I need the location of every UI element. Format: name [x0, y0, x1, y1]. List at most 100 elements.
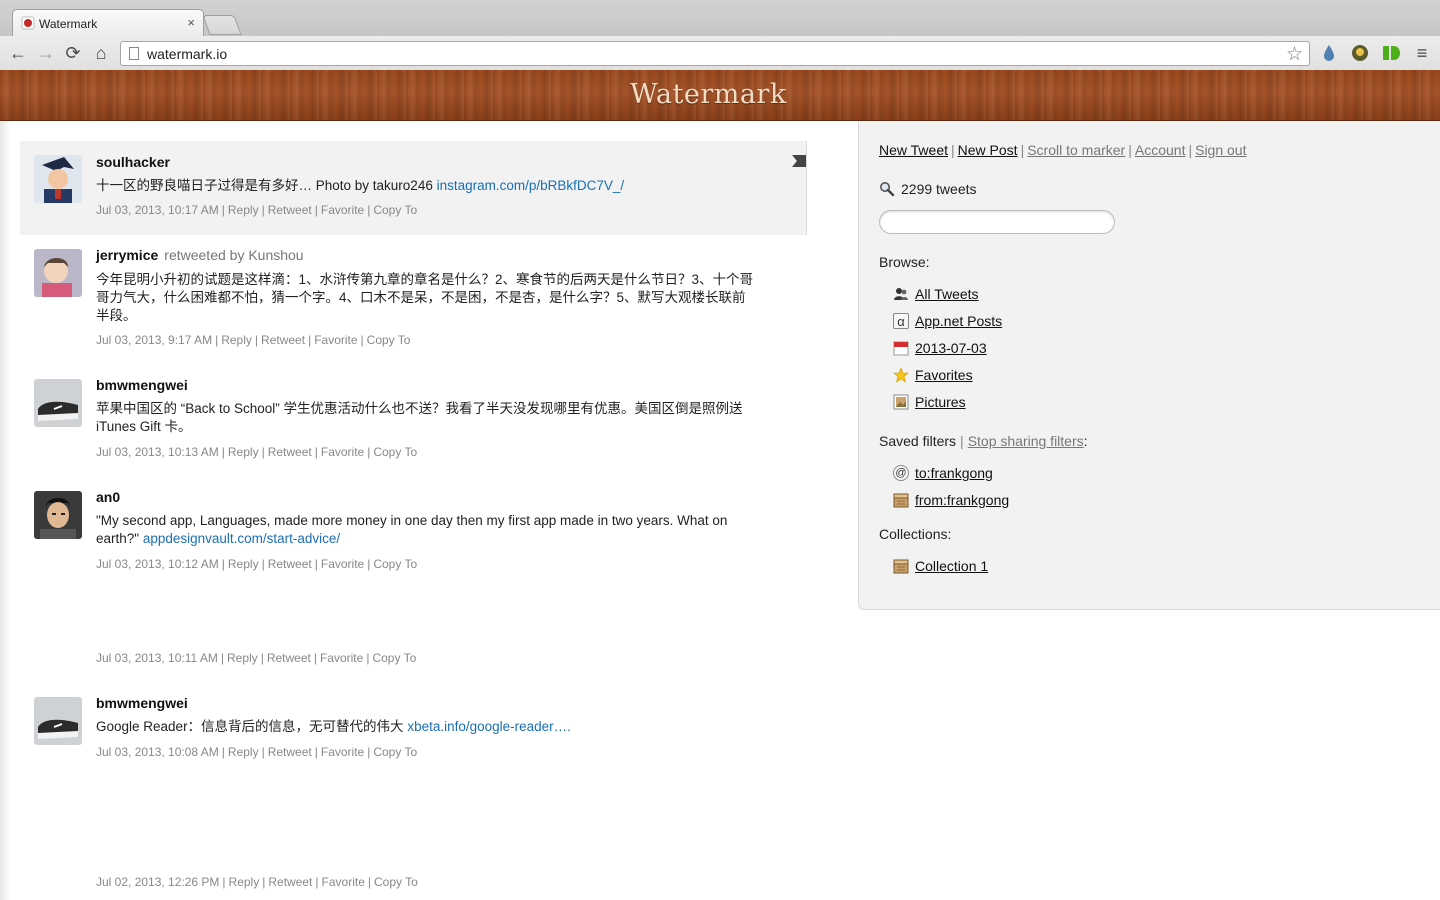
browse-date[interactable]: 2013-07-03	[893, 339, 987, 357]
copy-to-link[interactable]: Copy To	[373, 745, 417, 759]
tweet-item[interactable]: jerrymice retweeted by Kunshou 今年昆明小升初的试题…	[20, 235, 807, 359]
retweet-link[interactable]: Retweet	[268, 875, 312, 889]
tweet-username[interactable]: an0	[96, 489, 120, 505]
saved-filter-to[interactable]: @ to:frankgong	[893, 464, 993, 482]
browser-tab[interactable]: Watermark ×	[12, 9, 204, 36]
avatar[interactable]	[34, 379, 82, 427]
favorite-link[interactable]: Favorite	[321, 557, 364, 571]
reply-link[interactable]: Reply	[228, 745, 259, 759]
browse-all-tweets[interactable]: All Tweets	[893, 285, 979, 303]
picture-icon	[893, 394, 909, 410]
scroll-to-marker-link[interactable]: Scroll to marker	[1027, 142, 1125, 158]
reply-link[interactable]: Reply	[228, 445, 259, 459]
reply-link[interactable]: Reply	[227, 651, 258, 665]
tweet-timestamp[interactable]: Jul 03, 2013, 10:11 AM	[96, 651, 218, 665]
green-extension-icon[interactable]	[1382, 44, 1400, 62]
tweet-item[interactable]: bmwmengwei 苹果中国区的 “Back to School” 学生优惠活…	[20, 365, 807, 471]
new-tweet-link[interactable]: New Tweet	[879, 142, 948, 158]
tweet-link[interactable]: instagram.com/p/bRBkfDC7V_/	[437, 178, 625, 193]
avatar[interactable]	[34, 491, 82, 539]
tweet-text: Google Reader：信息背后的信息，无可替代的伟大 xbeta.info…	[96, 719, 571, 734]
account-link[interactable]: Account	[1135, 142, 1186, 158]
copy-to-link[interactable]: Copy To	[372, 651, 416, 665]
new-tab-button[interactable]	[202, 15, 242, 35]
tweet-timestamp[interactable]: Jul 03, 2013, 10:12 AM	[96, 557, 219, 571]
retweet-link[interactable]: Retweet	[268, 203, 312, 217]
tweet-meta: Jul 03, 2013, 9:17 AM | Reply | Retweet | Favo…	[96, 333, 411, 347]
search-input[interactable]	[879, 210, 1115, 234]
favorite-link[interactable]: Favorite	[320, 651, 363, 665]
saved-filter-from[interactable]: from:frankgong	[893, 491, 1009, 509]
reply-link[interactable]: Reply	[228, 203, 259, 217]
tweet-text: "My second app, Languages, made more mon…	[96, 513, 728, 546]
reload-icon[interactable]: ⟳	[63, 43, 83, 63]
drop-extension-icon[interactable]	[1320, 44, 1338, 62]
retweet-link[interactable]: Retweet	[267, 651, 311, 665]
favorite-link[interactable]: Favorite	[322, 875, 365, 889]
sign-out-link[interactable]: Sign out	[1195, 142, 1246, 158]
avatar[interactable]	[34, 697, 82, 745]
tweet-item[interactable]: an0 "My second app, Languages, made more…	[20, 477, 807, 583]
retweet-link[interactable]: Retweet	[268, 445, 312, 459]
copy-to-link[interactable]: Copy To	[367, 333, 411, 347]
avatar-extension-icon[interactable]	[1351, 44, 1369, 62]
favorite-link[interactable]: Favorite	[321, 203, 364, 217]
tweet-item[interactable]: Jul 03, 2013, 10:11 AM | Reply | Retweet | Fav…	[20, 641, 807, 665]
avatar[interactable]	[34, 155, 82, 203]
retweet-link[interactable]: Retweet	[268, 745, 312, 759]
address-bar[interactable]: watermark.io ☆	[120, 41, 1310, 66]
retweet-link[interactable]: Retweet	[261, 333, 305, 347]
tweet-timestamp[interactable]: Jul 03, 2013, 10:13 AM	[96, 445, 219, 459]
tweet-link[interactable]: appdesignvault.com/start-advice/	[143, 531, 340, 546]
copy-to-link[interactable]: Copy To	[373, 203, 417, 217]
tweet-text: 苹果中国区的 “Back to School” 学生优惠活动什么也不送？我看了半…	[96, 401, 743, 434]
stop-sharing-filters-link[interactable]: Stop sharing filters	[968, 433, 1084, 449]
account-links: New Tweet | New Post | Scroll to marker | Acco…	[879, 142, 1247, 158]
tweet-meta: Jul 03, 2013, 10:08 AM | Reply | Retweet | Fav…	[96, 745, 418, 759]
tweet-item[interactable]: bmwmengwei Google Reader：信息背后的信息，无可替代的伟大…	[20, 683, 807, 773]
copy-to-link[interactable]: Copy To	[373, 557, 417, 571]
copy-to-link[interactable]: Copy To	[374, 875, 418, 889]
forward-icon[interactable]: →	[36, 43, 56, 63]
tweet-text: 今年昆明小升初的试题是这样滴：1、水浒传第九章的章名是什么？2、寒食节的后两天是…	[96, 272, 754, 323]
tweet-username[interactable]: bmwmengwei	[96, 377, 188, 393]
tweet-timestamp[interactable]: Jul 02, 2013, 12:26 PM	[96, 875, 219, 889]
browse-appnet-posts[interactable]: α App.net Posts	[893, 312, 1002, 330]
url-text[interactable]: watermark.io	[147, 46, 227, 62]
at-icon: @	[893, 465, 909, 481]
favorite-link[interactable]: Favorite	[321, 745, 364, 759]
tweet-timestamp[interactable]: Jul 03, 2013, 10:08 AM	[96, 745, 219, 759]
home-icon[interactable]: ⌂	[91, 43, 111, 63]
tweet-username[interactable]: bmwmengwei	[96, 695, 188, 711]
collection-item[interactable]: Collection 1	[893, 557, 988, 575]
copy-to-link[interactable]: Copy To	[373, 445, 417, 459]
tweet-username[interactable]: soulhacker	[96, 154, 170, 170]
tweet-timestamp[interactable]: Jul 03, 2013, 9:17 AM	[96, 333, 212, 347]
new-post-link[interactable]: New Post	[958, 142, 1018, 158]
watermark-logo[interactable]: Watermark	[630, 79, 787, 110]
tweet-item[interactable]: soulhacker 十一区的野良喵日子过得是有多好… Photo by tak…	[20, 141, 807, 235]
retweet-link[interactable]: Retweet	[268, 557, 312, 571]
tweet-meta: Jul 03, 2013, 10:13 AM | Reply | Retweet | Fav…	[96, 445, 418, 459]
favorite-link[interactable]: Favorite	[321, 445, 364, 459]
retweeted-by: retweeted by Kunshou	[164, 247, 304, 263]
tweet-meta: Jul 03, 2013, 10:11 AM | Reply | Retweet | Fav…	[96, 651, 417, 665]
back-icon[interactable]: ←	[8, 43, 28, 63]
tweet-timestamp[interactable]: Jul 03, 2013, 10:17 AM	[96, 203, 219, 217]
users-icon	[894, 288, 908, 300]
favorite-link[interactable]: Favorite	[314, 333, 357, 347]
browse-pictures[interactable]: Pictures	[893, 393, 966, 411]
browse-favorites[interactable]: Favorites	[893, 366, 973, 384]
timeline: soulhacker 十一区的野良喵日子过得是有多好… Photo by tak…	[0, 121, 858, 900]
marker-flag-icon[interactable]	[792, 155, 806, 167]
close-tab-icon[interactable]: ×	[187, 15, 195, 30]
reply-link[interactable]: Reply	[221, 333, 252, 347]
tweet-link[interactable]: xbeta.info/google-reader….	[407, 719, 571, 734]
reply-link[interactable]: Reply	[229, 875, 260, 889]
bookmark-star-icon[interactable]: ☆	[1286, 43, 1303, 66]
watermark-favicon-icon	[21, 16, 35, 30]
menu-icon[interactable]: ≡	[1412, 43, 1432, 63]
avatar[interactable]	[34, 249, 82, 297]
tweet-item[interactable]: Jul 02, 2013, 12:26 PM | Reply | Retweet | Fav…	[20, 865, 807, 889]
reply-link[interactable]: Reply	[228, 557, 259, 571]
